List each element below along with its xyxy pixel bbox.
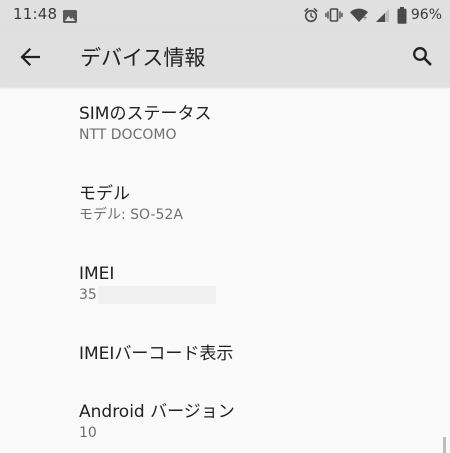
list-item-title: Android バージョン (79, 402, 235, 422)
list-item-android-version[interactable]: Android バージョン 10 (79, 401, 235, 442)
list-item-sim-status[interactable]: SIMのステータス NTT DOCOMO (79, 103, 211, 144)
list-item-imei-barcode[interactable]: IMEIバーコード表示 (79, 343, 233, 365)
list-item-subtitle: NTT DOCOMO (79, 127, 177, 143)
svg-text:+: + (362, 15, 367, 22)
list-item-subtitle: 10 (79, 425, 97, 441)
list-item-imei[interactable]: IMEI 35 (79, 263, 216, 304)
gallery-icon (63, 8, 77, 27)
list-item-title: IMEI (79, 264, 115, 284)
signal-icon (375, 7, 391, 23)
status-time: 11:48 (13, 5, 58, 23)
wifi-icon: + (349, 7, 369, 23)
search-icon (412, 46, 432, 70)
arrow-back-icon (20, 47, 41, 70)
search-button[interactable] (406, 42, 438, 74)
list-item-model[interactable]: モデル モデル: SO-52A (79, 183, 183, 224)
list-item-title: SIMのステータス (79, 104, 212, 124)
list-item-subtitle: モデル: SO-52A (79, 207, 183, 223)
list-item-subtitle: 35 (79, 287, 97, 303)
status-bar: 11:48 + 96% (0, 0, 450, 30)
status-icons: + 96% (303, 5, 442, 25)
list-item-title: IMEIバーコード表示 (79, 344, 234, 364)
list-item-subtitle-row: 35 (79, 286, 216, 304)
battery-icon (397, 6, 407, 24)
scrollbar[interactable] (443, 437, 446, 453)
list-item-title: モデル (79, 184, 130, 204)
alarm-icon (303, 7, 319, 23)
back-button[interactable] (14, 43, 46, 75)
battery-percent: 96% (410, 7, 442, 23)
vibrate-icon (325, 7, 343, 23)
app-bar: デバイス情報 (0, 30, 450, 87)
page-title: デバイス情報 (80, 46, 206, 70)
redacted-block (97, 286, 216, 304)
